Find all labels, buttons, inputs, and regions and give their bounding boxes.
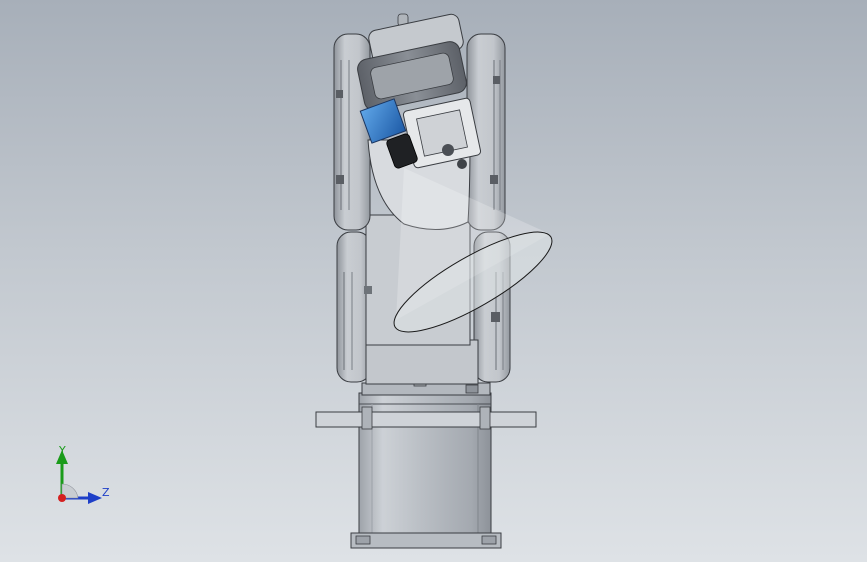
axis-triad: Y Z bbox=[40, 438, 130, 518]
y-axis-label: Y bbox=[59, 444, 66, 457]
axis-triad-graphic bbox=[56, 450, 102, 504]
z-axis-arrowhead bbox=[88, 492, 102, 504]
graphics-viewport[interactable]: Y Z bbox=[0, 0, 867, 562]
z-axis-label: Z bbox=[102, 486, 110, 499]
robot-model[interactable] bbox=[0, 0, 867, 562]
triad-origin bbox=[58, 494, 66, 502]
